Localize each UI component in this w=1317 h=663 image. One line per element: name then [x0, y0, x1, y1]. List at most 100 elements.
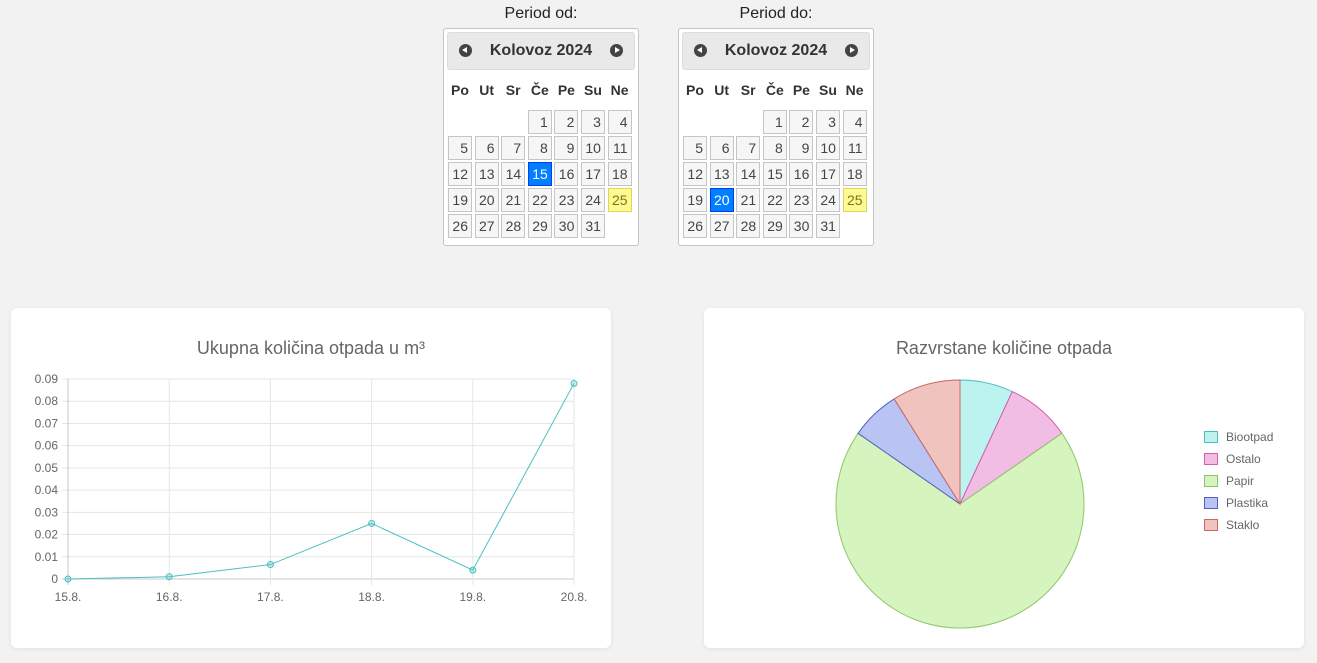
legend-item[interactable]: Biootpad: [1204, 426, 1273, 448]
weekday-label: Če: [765, 82, 784, 98]
calendar-to: Kolovoz 2024 Po Ut Sr Če Pe Su Ne 1 2 3 4 5 6 7 8 9 10 1…: [678, 28, 874, 246]
day-cell[interactable]: 23: [789, 188, 814, 212]
day-cell[interactable]: 22: [527, 188, 552, 212]
day-cell[interactable]: 30: [554, 214, 579, 238]
day-cell[interactable]: 20: [474, 188, 499, 212]
y-tick-label: 0.05: [35, 461, 59, 475]
day-cell[interactable]: 6: [709, 136, 734, 160]
day-cell[interactable]: 8: [762, 136, 787, 160]
day-cell[interactable]: 15: [762, 162, 787, 186]
day-cell[interactable]: 5: [683, 136, 707, 160]
day-cell[interactable]: 11: [607, 136, 632, 160]
day-cell[interactable]: 11: [842, 136, 867, 160]
data-point: [165, 573, 173, 581]
day-cell[interactable]: 19: [683, 188, 707, 212]
day-cell[interactable]: 16: [554, 162, 579, 186]
day-selected[interactable]: 15: [527, 162, 552, 186]
day-cell[interactable]: 27: [709, 214, 734, 238]
y-tick-label: 0.06: [35, 439, 59, 453]
day-cell[interactable]: 26: [683, 214, 707, 238]
line-chart-card: Ukupna količina otpada u m³ 0 0.01 0.02 0.0…: [11, 308, 611, 648]
day-cell[interactable]: 12: [683, 162, 707, 186]
day-cell[interactable]: 3: [815, 110, 840, 134]
day-cell[interactable]: 12: [448, 162, 472, 186]
data-point: [64, 575, 72, 583]
day-cell[interactable]: 18: [607, 162, 632, 186]
day-cell[interactable]: 19: [448, 188, 472, 212]
prev-month-icon[interactable]: [459, 44, 472, 57]
weekday-label: Su: [819, 82, 837, 98]
data-point: [266, 561, 274, 569]
day-today[interactable]: 25: [842, 188, 867, 212]
day-cell[interactable]: 5: [448, 136, 472, 160]
day-cell[interactable]: 17: [580, 162, 605, 186]
day-cell[interactable]: 14: [501, 162, 526, 186]
weekday-label: Ut: [479, 82, 494, 98]
x-tick-label: 20.8.: [561, 590, 588, 604]
period-from-label: Period od:: [504, 5, 578, 22]
empty-cell: [736, 110, 760, 134]
day-cell[interactable]: 21: [736, 188, 761, 212]
day-cell[interactable]: 1: [762, 110, 787, 134]
day-cell[interactable]: 8: [527, 136, 552, 160]
day-cell[interactable]: 3: [580, 110, 605, 134]
y-tick-label: 0: [51, 572, 58, 586]
day-cell[interactable]: 28: [501, 214, 526, 238]
day-cell[interactable]: 22: [762, 188, 787, 212]
day-grid: 1 2 3 4 5 6 7 8 9 10 11 12 13 14 15 16 17 18 19 20 21 22 23 24 2…: [447, 110, 635, 238]
prev-month-icon[interactable]: [694, 44, 707, 57]
legend-item[interactable]: Plastika: [1204, 492, 1273, 514]
day-cell[interactable]: 4: [842, 110, 867, 134]
legend-item[interactable]: Papir: [1204, 470, 1273, 492]
x-tick-label: 19.8.: [459, 590, 486, 604]
legend-item[interactable]: Ostalo: [1204, 448, 1273, 470]
day-cell[interactable]: 27: [474, 214, 499, 238]
day-cell[interactable]: 1: [527, 110, 552, 134]
day-cell[interactable]: 30: [789, 214, 814, 238]
day-cell[interactable]: 9: [554, 136, 579, 160]
day-cell[interactable]: 26: [448, 214, 472, 238]
legend-swatch: [1204, 519, 1218, 531]
day-cell[interactable]: 13: [709, 162, 734, 186]
day-cell[interactable]: 9: [789, 136, 814, 160]
day-cell[interactable]: 29: [527, 214, 552, 238]
day-cell[interactable]: 31: [815, 214, 840, 238]
legend-swatch: [1204, 475, 1218, 487]
day-cell[interactable]: 2: [554, 110, 579, 134]
day-cell[interactable]: 29: [762, 214, 787, 238]
legend-item[interactable]: Staklo: [1204, 514, 1273, 536]
day-cell[interactable]: 14: [736, 162, 761, 186]
day-cell[interactable]: 16: [789, 162, 814, 186]
day-cell[interactable]: 24: [580, 188, 605, 212]
pie-chart-card: Razvrstane količine otpada Biootpad Ostal…: [704, 308, 1304, 648]
day-cell[interactable]: 7: [501, 136, 526, 160]
empty-cell: [501, 110, 525, 134]
period-from: Period od: Kolovoz 2024 Po Ut Sr Če Pe Su Ne 1…: [443, 0, 639, 246]
month-title: Kolovoz 2024: [489, 42, 593, 59]
period-to: Period do: Kolovoz 2024 Po Ut Sr Če Pe Su Ne 1…: [678, 0, 874, 246]
day-today[interactable]: 25: [607, 188, 632, 212]
day-cell[interactable]: 10: [580, 136, 605, 160]
next-month-icon[interactable]: [845, 44, 858, 57]
day-cell[interactable]: 18: [842, 162, 867, 186]
day-cell[interactable]: 21: [501, 188, 526, 212]
day-selected[interactable]: 20: [709, 188, 734, 212]
day-cell[interactable]: 28: [736, 214, 761, 238]
series-line: [67, 383, 575, 580]
day-cell[interactable]: 10: [815, 136, 840, 160]
day-cell[interactable]: 13: [474, 162, 499, 186]
day-cell[interactable]: 24: [815, 188, 840, 212]
day-grid: 1 2 3 4 5 6 7 8 9 10 11 12 13 14 15 16 17 18 19 20 21 22 23 24 2…: [682, 110, 870, 238]
day-cell[interactable]: 2: [789, 110, 814, 134]
x-tick-label: 16.8.: [156, 590, 183, 604]
day-cell[interactable]: 6: [474, 136, 499, 160]
day-cell[interactable]: 4: [607, 110, 632, 134]
weekday-label: Sr: [505, 82, 521, 98]
day-cell[interactable]: 31: [580, 214, 605, 238]
day-cell[interactable]: 17: [815, 162, 840, 186]
data-point: [368, 519, 376, 527]
day-cell[interactable]: 23: [554, 188, 579, 212]
pie-legend: Biootpad Ostalo Papir Plastika Staklo: [1204, 426, 1273, 536]
next-month-icon[interactable]: [610, 44, 623, 57]
day-cell[interactable]: 7: [736, 136, 761, 160]
